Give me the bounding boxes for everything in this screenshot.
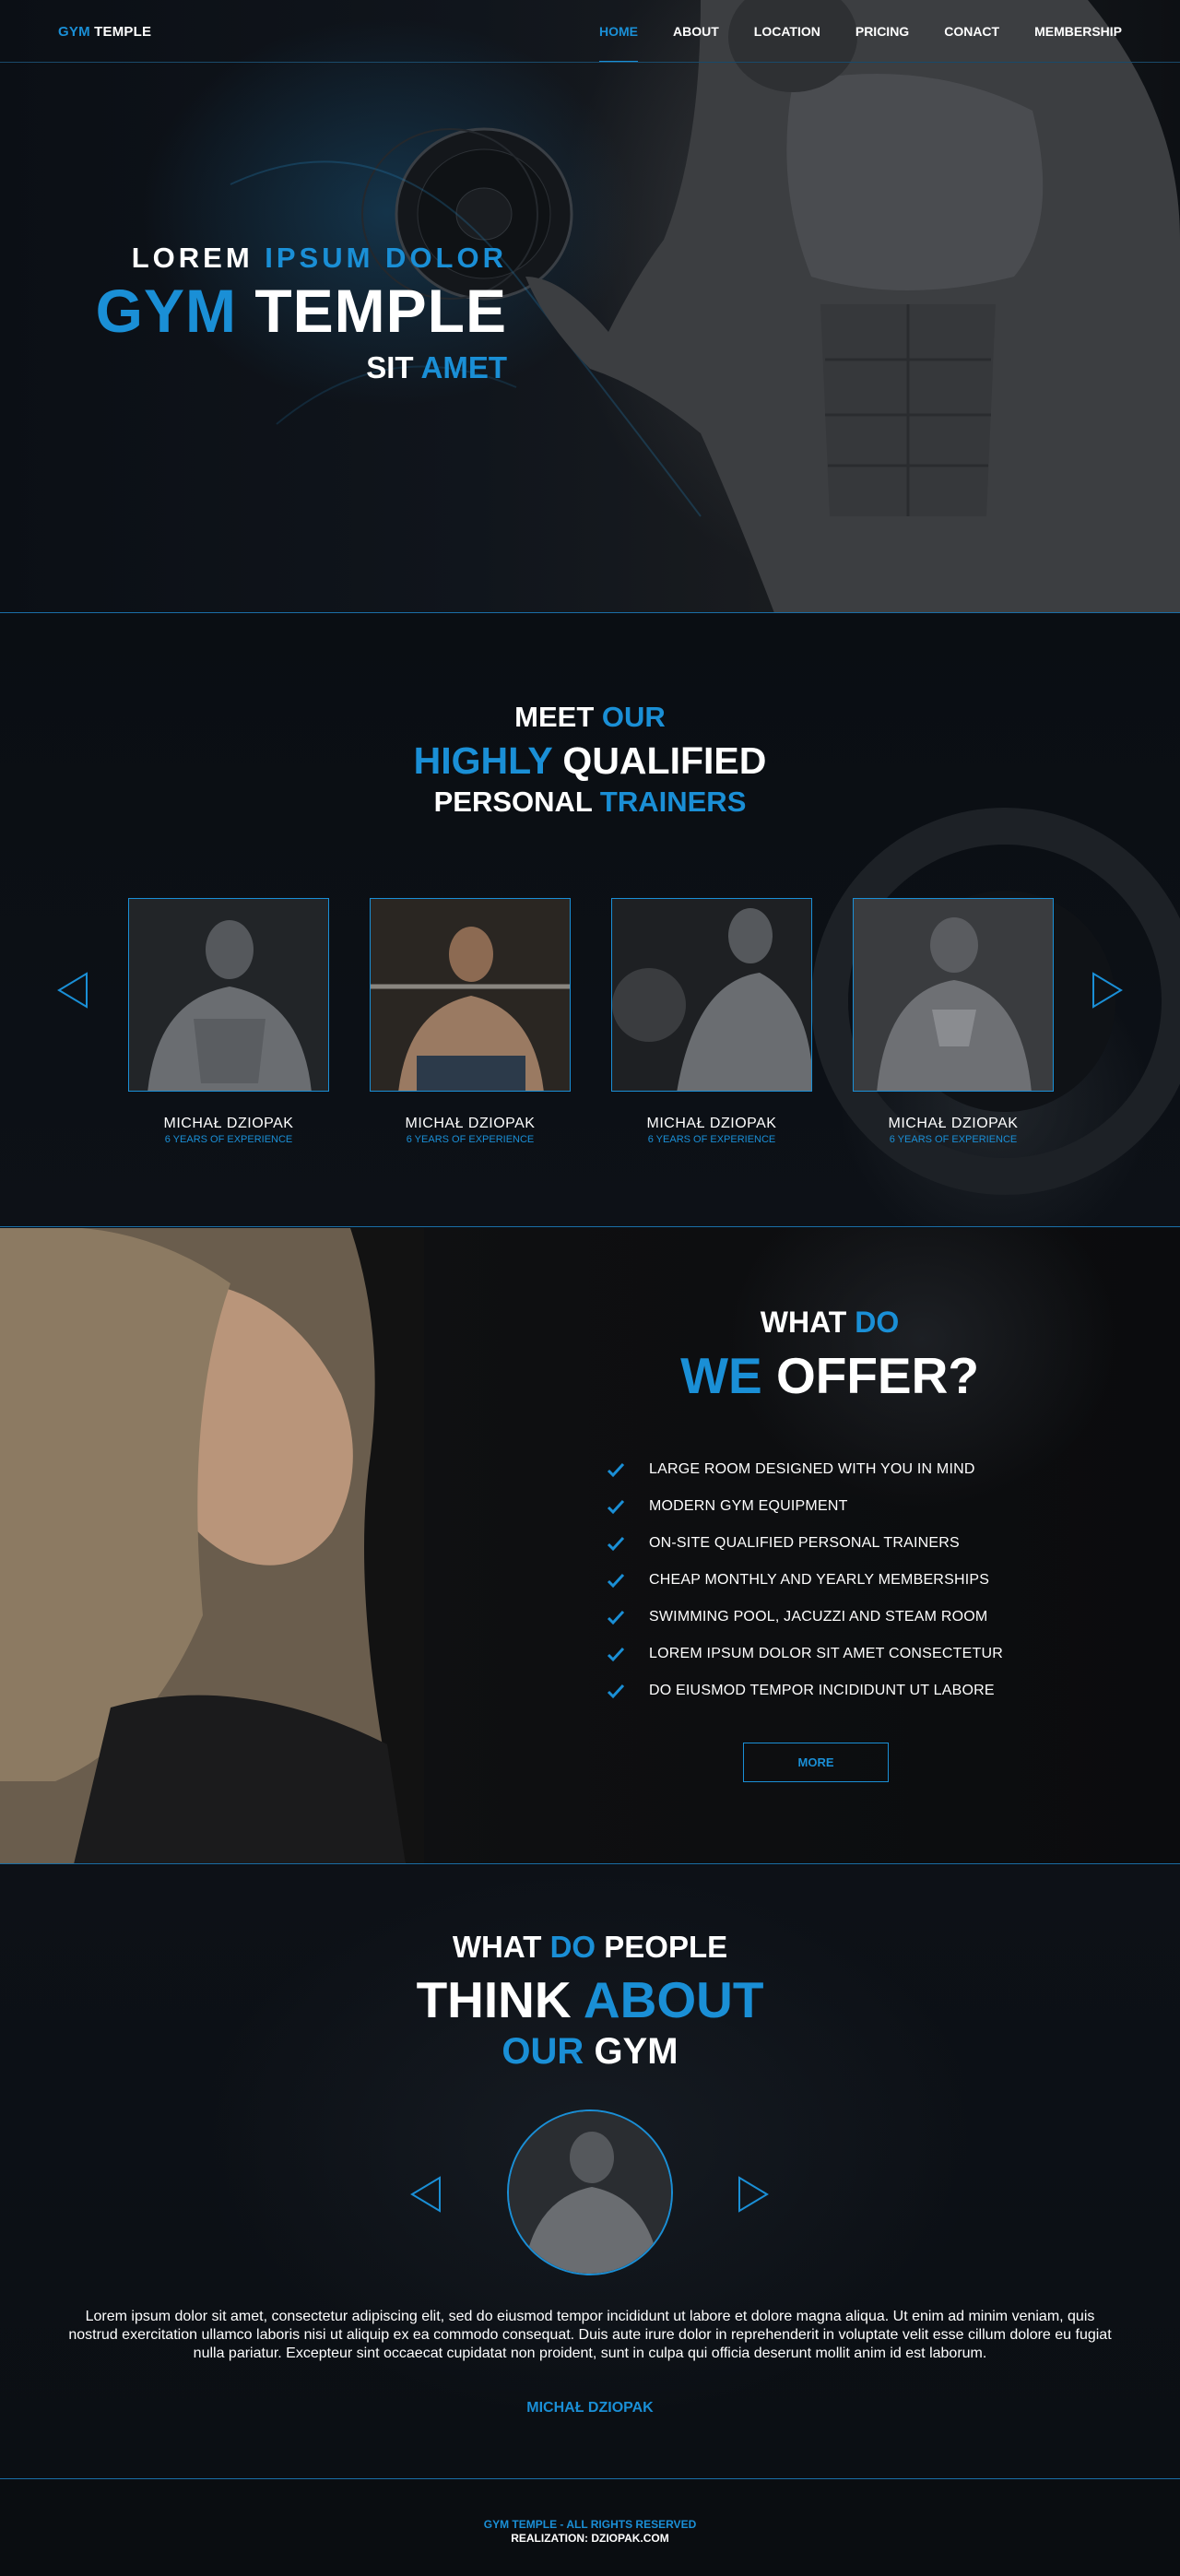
nav-item-location[interactable]: LOCATION (754, 24, 820, 39)
trainers-section: MEET OUR HIGHLY QUALIFIED PERSONAL TRAIN… (0, 614, 1180, 1227)
footer-realization[interactable]: REALIZATION: DZIOPAK.COM (0, 2532, 1180, 2545)
trainer-card[interactable]: MICHAŁ DZIOPAK 6 YEARS OF EXPERIENCE (370, 898, 571, 1145)
list-item: LOREM IPSUM DOLOR SIT AMET CONSECTETUR (607, 1636, 1003, 1672)
hero-section: LOREM IPSUM DOLOR GYM TEMPLE SIT AMET (0, 0, 1180, 613)
avatar (507, 2109, 673, 2275)
hero-line-1: LOREM IPSUM DOLOR (131, 242, 507, 274)
trainers-title-line-3: PERSONAL TRAINERS (433, 786, 747, 818)
footer-copyright: GYM TEMPLE - ALL RIGHTS RESERVED (483, 2518, 697, 2531)
site-logo[interactable]: GYM TEMPLE (58, 24, 151, 40)
hero-line-3: SIT AMET (366, 350, 507, 384)
trainer-card[interactable]: MICHAŁ DZIOPAK 6 YEARS OF EXPERIENCE (853, 898, 1054, 1145)
trainer-name: MICHAŁ DZIOPAK (646, 1116, 777, 1131)
checkmark-icon (607, 1462, 625, 1478)
trainer-card[interactable]: MICHAŁ DZIOPAK 6 YEARS OF EXPERIENCE (611, 898, 812, 1145)
testimonial-quote: Lorem ipsum dolor sit amet, consectetur … (68, 2309, 1112, 2361)
list-item: MODERN GYM EQUIPMENT (607, 1488, 1003, 1525)
trainer-card[interactable]: MICHAŁ DZIOPAK 6 YEARS OF EXPERIENCE (128, 898, 329, 1145)
trainer-experience: 6 YEARS OF EXPERIENCE (406, 1134, 535, 1145)
checkmark-icon (607, 1610, 625, 1625)
carousel-prev-arrow-icon[interactable] (57, 972, 88, 1009)
footer: GYM TEMPLE - ALL RIGHTS RESERVED REALIZA… (0, 2480, 1180, 2576)
offer-list: LARGE ROOM DESIGNED WITH YOU IN MIND MOD… (607, 1451, 1003, 1709)
offer-title-line-1: WHAT DO (760, 1306, 900, 1339)
offer-section: WHAT DO WE OFFER? LARGE ROOM DESIGNED WI… (0, 1228, 1180, 1864)
main-menu: HOME ABOUT LOCATION PRICING CONACT MEMBE… (564, 24, 1122, 62)
trainers-title-line-1: MEET OUR (514, 701, 666, 733)
list-item: CHEAP MONTHLY AND YEARLY MEMBERSHIPS (607, 1562, 1003, 1599)
testimonial-author: MICHAŁ DZIOPAK (526, 2400, 654, 2416)
testimonial-prev-arrow-icon[interactable] (410, 2176, 442, 2213)
checkmark-icon (607, 1499, 625, 1515)
nav-item-contact[interactable]: CONACT (944, 24, 999, 39)
trainer-name: MICHAŁ DZIOPAK (163, 1116, 294, 1131)
nav-item-membership[interactable]: MEMBERSHIP (1034, 24, 1122, 39)
trainer-photo (611, 898, 812, 1092)
carousel-next-arrow-icon[interactable] (1092, 972, 1123, 1009)
trainer-photo (370, 898, 571, 1092)
trainer-photo (853, 898, 1054, 1092)
nav-item-about[interactable]: ABOUT (673, 24, 719, 39)
nav-item-home[interactable]: HOME (599, 24, 638, 62)
list-item: ON-SITE QUALIFIED PERSONAL TRAINERS (607, 1525, 1003, 1562)
trainer-experience: 6 YEARS OF EXPERIENCE (647, 1134, 776, 1145)
top-navigation: GYM TEMPLE HOME ABOUT LOCATION PRICING C… (0, 0, 1180, 63)
testimonial-next-arrow-icon[interactable] (738, 2176, 769, 2213)
woman-profile-image (0, 1228, 424, 1863)
checkmark-icon (607, 1573, 625, 1589)
nav-item-pricing[interactable]: PRICING (856, 24, 909, 39)
checkmark-icon (607, 1536, 625, 1552)
more-button[interactable]: MORE (743, 1743, 889, 1782)
trainers-title-line-2: HIGHLY QUALIFIED (413, 739, 767, 782)
list-item: LARGE ROOM DESIGNED WITH YOU IN MIND (607, 1451, 1003, 1488)
list-item: DO EIUSMOD TEMPOR INCIDIDUNT UT LABORE (607, 1672, 1003, 1709)
testimonial-title-line-3: OUR GYM (502, 2031, 678, 2072)
testimonial-title-line-2: THINK ABOUT (416, 1971, 764, 2028)
trainer-name: MICHAŁ DZIOPAK (888, 1116, 1019, 1131)
list-item: SWIMMING POOL, JACUZZI AND STEAM ROOM (607, 1599, 1003, 1636)
testimonial-section: WHAT DO PEOPLE THINK ABOUT OUR GYM Lorem… (0, 1865, 1180, 2479)
trainer-photo (128, 898, 329, 1092)
testimonial-title-line-1: WHAT DO PEOPLE (452, 1930, 728, 1964)
trainer-name: MICHAŁ DZIOPAK (405, 1116, 536, 1131)
hero-headline: LOREM IPSUM DOLOR GYM TEMPLE SIT AMET (96, 242, 507, 385)
checkmark-icon (607, 1647, 625, 1662)
checkmark-icon (607, 1684, 625, 1699)
trainer-experience: 6 YEARS OF EXPERIENCE (889, 1134, 1018, 1145)
hero-line-2: GYM TEMPLE (95, 277, 507, 345)
offer-title-line-2: WE OFFER? (680, 1347, 979, 1404)
trainer-experience: 6 YEARS OF EXPERIENCE (164, 1134, 293, 1145)
